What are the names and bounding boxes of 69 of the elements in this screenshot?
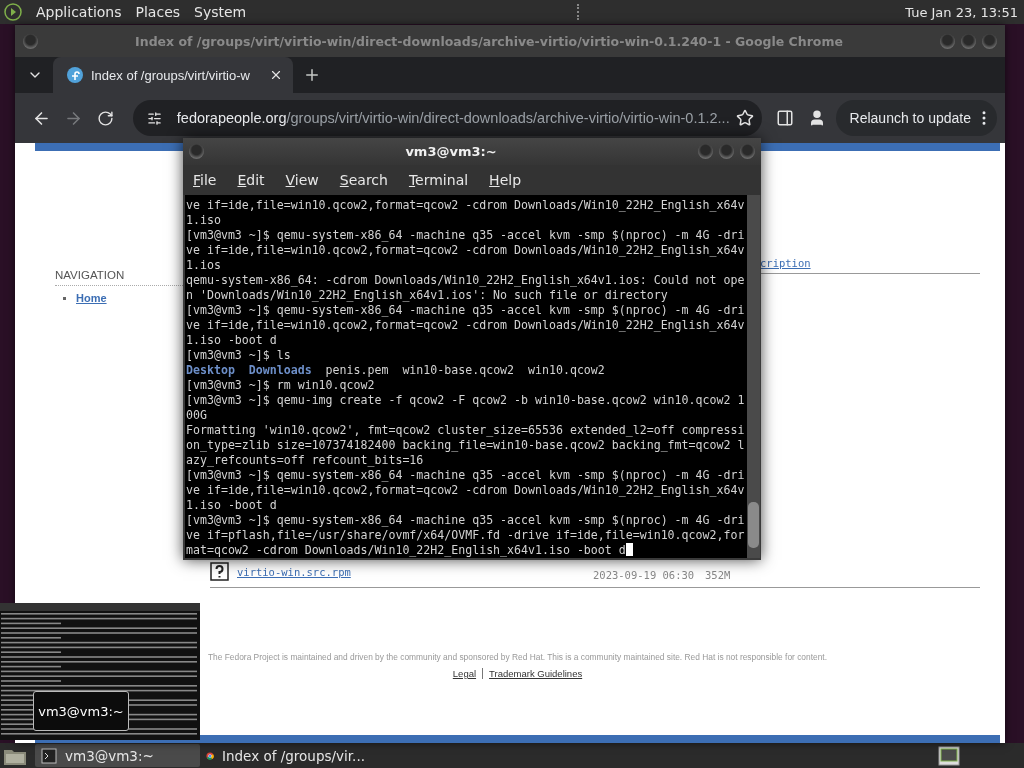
footer-link[interactable]: Legal [452, 668, 477, 679]
menu-item[interactable]: Terminal [408, 172, 469, 188]
maximize-icon[interactable] [719, 144, 734, 159]
menu-item[interactable]: View [285, 172, 319, 188]
clock[interactable]: Tue Jan 23, 13:51 [905, 4, 1018, 20]
terminal-line: n 'Downloads/Win10_22H2_English_x64v1.ios': No such file or directory [186, 288, 668, 302]
footer-text: The Fedora Project is maintained and driven by the community and sponsored by Red Hat. This is a community maintained site. Red Hat is not responsible for content. [208, 652, 827, 662]
panel-menu[interactable]: System [194, 4, 247, 20]
terminal-line: ve if=ide,file=win10.qcow2,format=qcow2 -cdrom Downloads/Win10_22H2_English_x64v [186, 318, 745, 332]
menu-item[interactable]: Search [339, 172, 388, 188]
minimize-icon[interactable] [698, 144, 713, 159]
terminal-line: mat=qcow2 -cdrom Downloads/Win10_22H2_English_x64v1.iso -boot d [186, 543, 626, 557]
tooltip: vm3@vm3:~ [33, 691, 129, 731]
terminal-line: 1.ios [186, 258, 221, 272]
terminal-line: on_type=zlib size=107374182400 backing_file=win10-base.qcow2 backing_fmt=qcow2 l [186, 438, 745, 452]
terminal-line: 1.iso [186, 213, 221, 227]
directory-name: Downloads [248, 363, 312, 377]
workspace-icon[interactable] [938, 745, 960, 766]
close-icon[interactable] [269, 68, 283, 82]
minimize-icon[interactable] [940, 33, 955, 49]
terminal-line: [vm3@vm3 ~]$ qemu-system-x86_64 -machine q35 -accel kvm -smp $(nproc) -m 4G -dri [186, 513, 745, 527]
terminal-line: 1.iso -boot d [186, 333, 277, 347]
terminal-line: [vm3@vm3 ~]$ qemu-system-x86_64 -machine q35 -accel kvm -smp $(nproc) -m 4G -dri [186, 228, 745, 242]
tab-title: Index of /groups/virt/virtio-w [91, 67, 251, 83]
play-icon[interactable] [4, 3, 22, 21]
relaunch-button[interactable]: Relaunch to update [835, 100, 997, 136]
file-name: penis.pem [325, 363, 389, 377]
terminal-line: [vm3@vm3 ~]$ qemu-img create -f qcow2 -F qcow2 -b win10-base.qcow2 win10.qcow2 1 [186, 393, 745, 407]
column-header-link[interactable]: cription [760, 257, 980, 269]
new-tab-icon[interactable] [303, 66, 321, 84]
terminal-line: 00G [186, 408, 207, 422]
nav-link[interactable]: Home [76, 292, 107, 304]
browser-tab[interactable]: Index of /groups/virt/virtio-w [53, 57, 293, 93]
terminal-line: [vm3@vm3 ~]$ rm win10.qcow2 [186, 378, 375, 392]
window-menu-icon[interactable] [189, 144, 204, 159]
window-title: Index of /groups/virt/virtio-win/direct-downloads/archive-virtio/virtio-win-0.1.240-1 - Google Chrome [134, 33, 844, 49]
file-size: 352M [705, 569, 732, 581]
panel-menu[interactable]: Applications [36, 4, 122, 20]
menu-item[interactable]: Help [489, 172, 522, 188]
unknown-file-icon [210, 562, 229, 581]
taskbar-task[interactable]: vm3@vm3:~ [35, 744, 200, 767]
terminal-line: [vm3@vm3 ~]$ qemu-system-x86_64 -machine q35 -accel kvm -smp $(nproc) -m 4G -dri [186, 468, 745, 482]
panel-menu[interactable]: Places [135, 4, 181, 20]
terminal-icon [41, 747, 57, 764]
file-name: win10.qcow2 [528, 363, 605, 377]
maximize-icon[interactable] [961, 33, 976, 49]
terminal-line: ve if=ide,file=win10.qcow2,format=qcow2 -cdrom Downloads/Win10_22H2_English_x64v [186, 483, 745, 497]
menu-item[interactable]: Edit [237, 172, 265, 188]
address-bar[interactable]: fedorapeople.org/groups/virt/virtio-win/direct-downloads/archive-virtio/virtio-win-0.1.2... [132, 100, 762, 136]
bookmark-star-icon[interactable] [735, 109, 754, 127]
fedora-icon [67, 67, 83, 83]
modified-date: 2023-09-19 06:30 [593, 569, 696, 581]
taskbar-task[interactable]: Index of /groups/vir... [200, 744, 365, 767]
window-title: vm3@vm3:~ [404, 144, 498, 159]
scrollbar[interactable] [747, 195, 760, 558]
terminal-line: 1.iso -boot d [186, 498, 277, 512]
terminal-line: ve if=ide,file=win10.qcow2,format=qcow2 -cdrom Downloads/Win10_22H2_English_x64v [186, 243, 745, 257]
terminal-line: azy_refcounts=off refcount_bits=16 [186, 453, 424, 467]
file-name: win10-base.qcow2 [402, 363, 515, 377]
menu-item[interactable]: File [193, 172, 217, 188]
directory-name: Desktop [186, 363, 235, 377]
footer-link[interactable]: Trademark Guidelines [489, 668, 583, 679]
terminal-line: Formatting 'win10.qcow2', fmt=qcow2 cluster_size=65536 extended_l2=off compressi [186, 423, 745, 437]
file-link[interactable]: virtio-win.src.rpm [237, 565, 351, 578]
terminal-line: [vm3@vm3 ~]$ ls [186, 348, 291, 362]
terminal-line: ve if=ide,file=win10.qcow2,format=qcow2 -cdrom Downloads/Win10_22H2_English_x64v [186, 198, 745, 212]
terminal-line: [vm3@vm3 ~]$ qemu-system-x86_64 -machine q35 -accel kvm -smp $(nproc) -m 4G -dri [186, 303, 745, 317]
window-menu-icon[interactable] [23, 33, 38, 49]
terminal-line: ve if=pflash,file=/usr/share/ovmf/x64/OVMF.fd -drive if=ide,file=win10.qcow2,for [186, 528, 745, 542]
